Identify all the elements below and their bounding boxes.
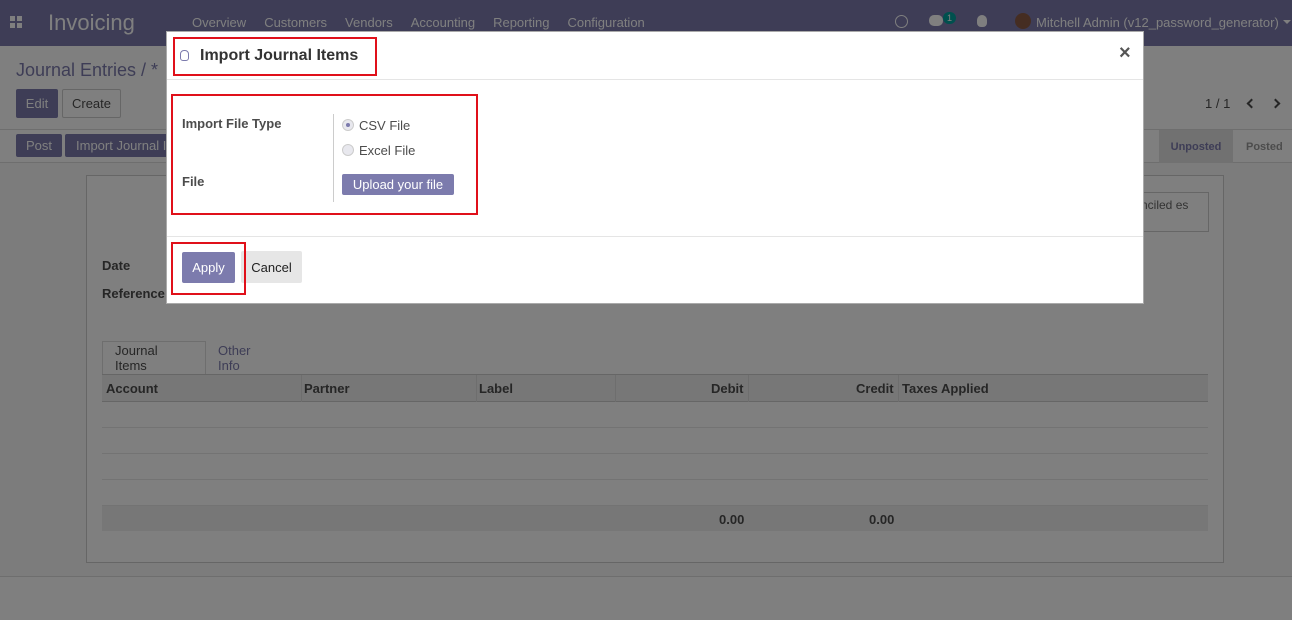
field-separator — [333, 114, 334, 202]
cancel-button[interactable]: Cancel — [241, 251, 302, 283]
close-icon[interactable]: × — [1119, 42, 1131, 65]
title-highlight-box — [173, 37, 377, 76]
upload-file-button[interactable]: Upload your file — [342, 174, 454, 195]
csv-option-label[interactable]: CSV File — [359, 118, 410, 133]
import-file-type-label: Import File Type — [182, 116, 282, 131]
apply-button[interactable]: Apply — [182, 252, 235, 283]
dialog-footer-divider — [167, 236, 1143, 237]
excel-radio[interactable] — [342, 144, 354, 156]
fields-highlight-box — [171, 94, 478, 215]
excel-option-label[interactable]: Excel File — [359, 143, 415, 158]
file-label: File — [182, 174, 205, 189]
import-journal-items-dialog: Import Journal Items × Import File Type … — [166, 31, 1144, 304]
csv-radio[interactable] — [342, 119, 354, 131]
